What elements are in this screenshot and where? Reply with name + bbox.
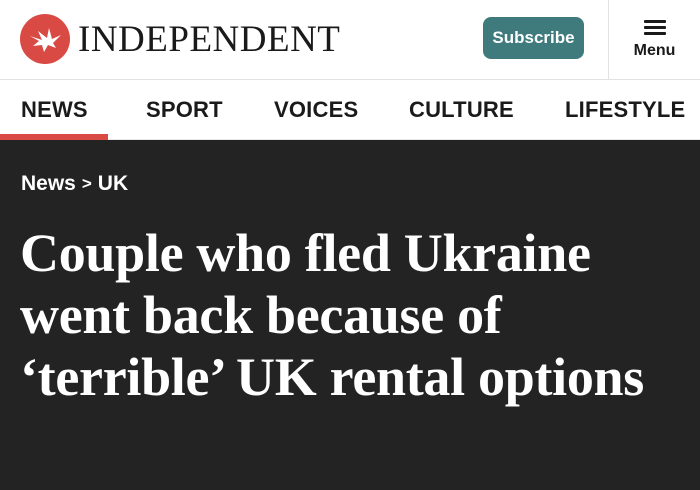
nav-item-lifestyle[interactable]: LIFESTYLE	[565, 80, 685, 140]
nav-item-culture[interactable]: CULTURE	[409, 80, 514, 140]
menu-label: Menu	[633, 42, 676, 59]
breadcrumb-uk[interactable]: UK	[98, 172, 128, 196]
hamburger-icon	[643, 20, 666, 36]
site-header: INDEPENDENT Subscribe Menu	[0, 0, 700, 80]
subscribe-button[interactable]: Subscribe	[483, 17, 584, 59]
breadcrumb: News > UK	[21, 172, 128, 196]
eagle-icon	[20, 14, 70, 64]
site-logo[interactable]: INDEPENDENT	[20, 14, 340, 64]
article-headline: Couple who fled Ukraine went back becaus…	[20, 223, 644, 407]
menu-button[interactable]: Menu	[609, 0, 700, 80]
logo-wordmark: INDEPENDENT	[78, 18, 341, 60]
nav-item-news[interactable]: NEWS	[21, 80, 88, 140]
breadcrumb-news[interactable]: News	[21, 172, 76, 196]
breadcrumb-separator: >	[81, 174, 92, 193]
section-nav: NEWS SPORT VOICES CULTURE LIFESTYLE	[0, 80, 700, 140]
nav-item-voices[interactable]: VOICES	[274, 80, 358, 140]
nav-item-sport[interactable]: SPORT	[146, 80, 223, 140]
